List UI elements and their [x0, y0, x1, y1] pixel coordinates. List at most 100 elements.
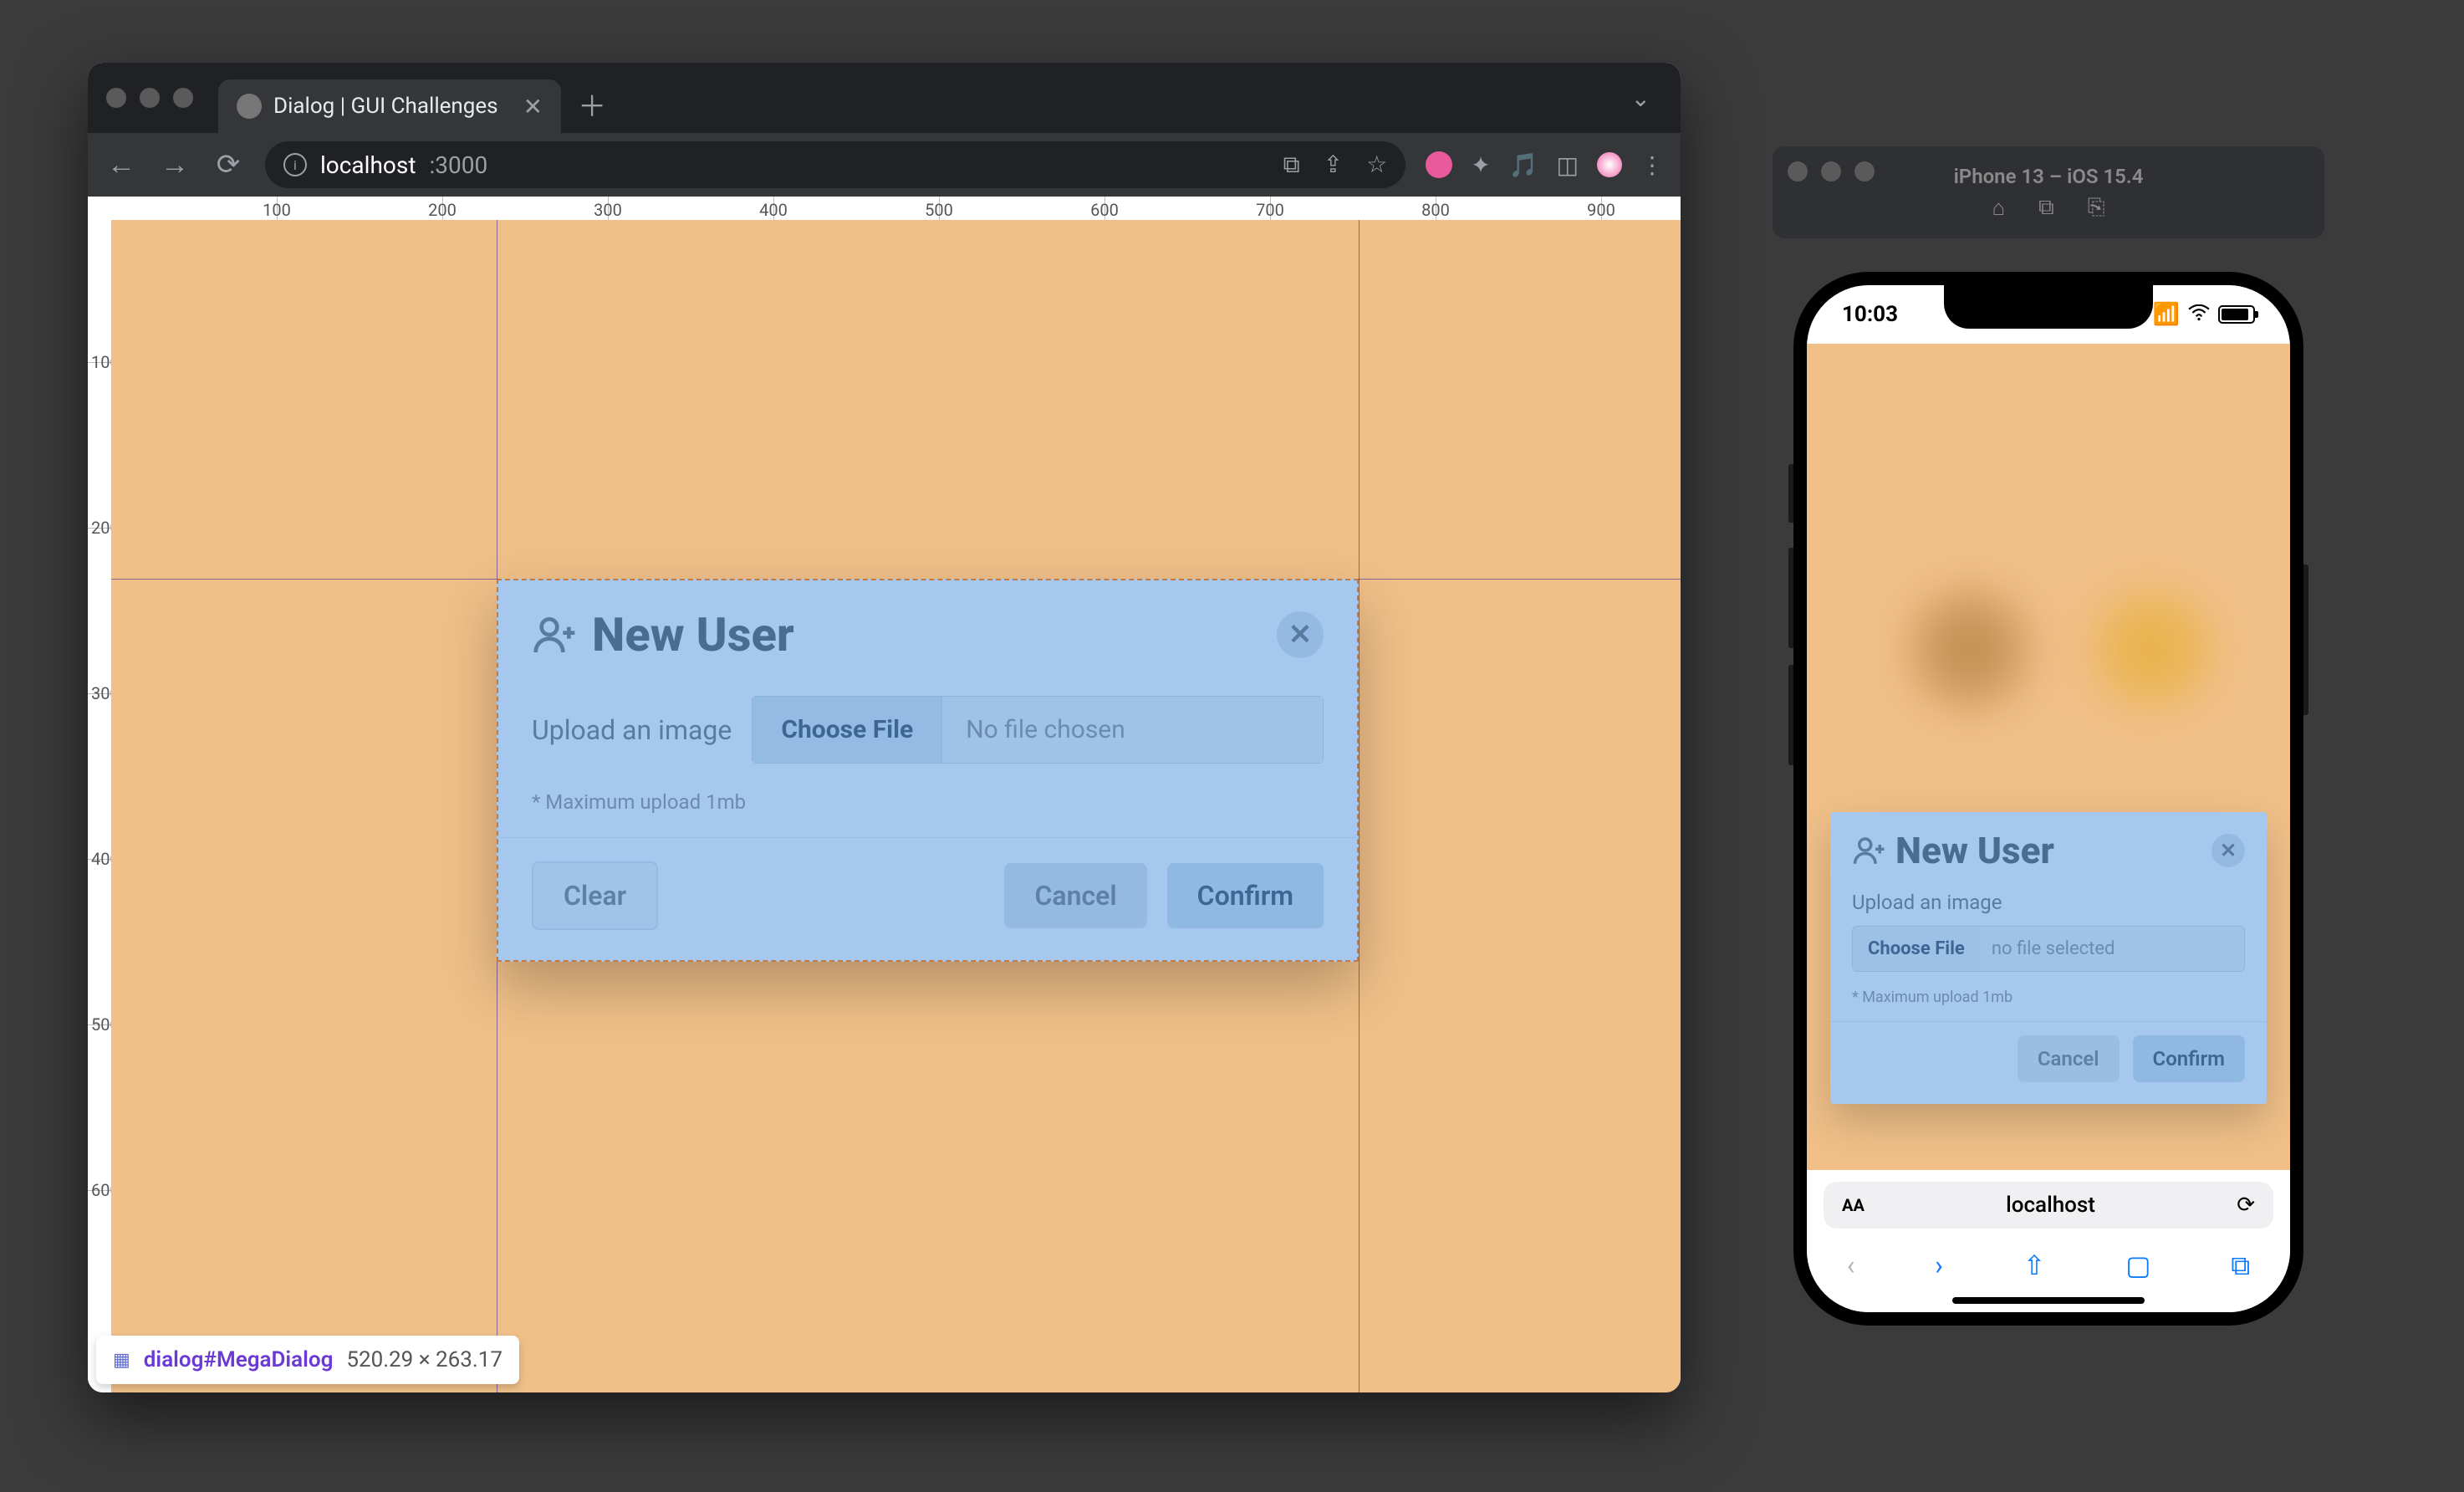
grid-icon: ▦ — [113, 1350, 130, 1371]
mobile-dialog-title: New User — [1895, 829, 2054, 872]
profile-avatar[interactable] — [1597, 152, 1622, 177]
traffic-close[interactable] — [106, 88, 126, 108]
ruler-vertical: 100 200 300 400 500 600 — [88, 197, 111, 1392]
tick-h-600: 600 — [1090, 200, 1119, 220]
mobile-confirm-button[interactable]: Confirm — [2133, 1035, 2246, 1082]
safari-webview[interactable]: New User ✕ Upload an image Choose File n… — [1807, 344, 2290, 1170]
menu-icon[interactable]: ⋮ — [1640, 151, 1664, 179]
page-canvas: New User ✕ Upload an image Choose File N… — [111, 220, 1681, 1392]
sim-copy-icon[interactable]: ⎘ — [2088, 195, 2105, 221]
upload-hint: * Maximum upload 1mb — [498, 772, 1357, 837]
open-external-icon[interactable]: ⧉ — [1283, 151, 1300, 179]
choose-file-button[interactable]: Choose File — [752, 696, 942, 764]
text-size-icon[interactable]: AA — [1842, 1195, 1865, 1215]
inspector-selector: dialog#MegaDialog — [144, 1347, 334, 1372]
ruler-corner — [88, 197, 111, 220]
ruler-horizontal: 100 200 300 400 500 600 700 800 900 — [111, 197, 1681, 220]
tabs-overflow-icon[interactable]: ⌄ — [1631, 84, 1650, 112]
mobile-cancel-button[interactable]: Cancel — [2018, 1035, 2120, 1082]
user-plus-icon — [1852, 833, 1887, 868]
sim-traffic-min[interactable] — [1821, 161, 1841, 181]
new-tab-button[interactable]: ＋ — [578, 84, 606, 125]
tick-h-100: 100 — [263, 200, 291, 220]
safari-back-icon[interactable]: ‹ — [1847, 1249, 1855, 1281]
safari-url: localhost — [1865, 1193, 2237, 1218]
background-blob-1 — [1916, 595, 2024, 703]
mobile-upload-label: Upload an image — [1852, 891, 2245, 914]
chrome-titlebar: Dialog | GUI Challenges ✕ ＋ ⌄ — [88, 63, 1681, 133]
safari-bookmarks-icon[interactable]: ▢ — [2125, 1249, 2150, 1281]
address-bar[interactable]: i localhost:3000 ⧉ ⇪ ☆ — [265, 141, 1405, 188]
inspector-dimensions: 520.29 × 263.17 — [346, 1347, 502, 1372]
back-button[interactable]: ← — [105, 148, 138, 181]
power-button[interactable] — [2303, 565, 2308, 715]
chrome-toolbar: ← → ⟳ i localhost:3000 ⧉ ⇪ ☆ ✦ 🎵 ◫ ⋮ — [88, 133, 1681, 197]
iphone-frame: 10:03 📶 New User — [1793, 272, 2303, 1326]
signal-icon: 📶 — [2153, 302, 2180, 327]
sim-traffic-max[interactable] — [1854, 161, 1875, 181]
file-placeholder: No file chosen — [942, 696, 1324, 764]
mobile-hint: * Maximum upload 1mb — [1830, 975, 2267, 1021]
confirm-button[interactable]: Confirm — [1167, 863, 1324, 928]
ios-simulator-window: iPhone 13 – iOS 15.4 ⌂ ⧉ ⎘ 10:03 📶 — [1773, 146, 2324, 1326]
tick-h-400: 400 — [759, 200, 788, 220]
tick-h-500: 500 — [925, 200, 953, 220]
volume-down[interactable] — [1788, 665, 1793, 765]
background-blob-2 — [2098, 595, 2206, 703]
battery-icon — [2218, 305, 2255, 324]
dialog-close-button[interactable]: ✕ — [1277, 611, 1324, 658]
traffic-max[interactable] — [173, 88, 193, 108]
upload-label: Upload an image — [532, 714, 732, 746]
simulator-title: iPhone 13 – iOS 15.4 — [1954, 165, 2144, 188]
simulator-titlebar: iPhone 13 – iOS 15.4 ⌂ ⧉ ⎘ — [1773, 146, 2324, 238]
extensions-icon[interactable]: ✦ — [1471, 151, 1490, 179]
mobile-close-button[interactable]: ✕ — [2211, 834, 2245, 867]
bookmark-icon[interactable]: ☆ — [1366, 151, 1387, 179]
tick-h-800: 800 — [1421, 200, 1450, 220]
file-input[interactable]: Choose File No file chosen — [752, 696, 1324, 764]
inspector-badge: ▦ dialog#MegaDialog 520.29 × 263.17 — [96, 1336, 519, 1384]
traffic-lights[interactable] — [106, 88, 193, 108]
tick-h-200: 200 — [428, 200, 457, 220]
sim-home-icon[interactable]: ⌂ — [1992, 195, 2005, 221]
mobile-choose-button[interactable]: Choose File — [1853, 927, 1980, 971]
reload-button[interactable]: ⟳ — [212, 148, 245, 181]
cancel-button[interactable]: Cancel — [1004, 863, 1146, 928]
mega-dialog: New User ✕ Upload an image Choose File N… — [497, 579, 1359, 962]
favicon — [237, 94, 262, 119]
mobile-file-input[interactable]: Choose File no file selected — [1852, 926, 2245, 972]
devtools-viewport: 100 200 300 400 500 600 100 200 300 400 … — [88, 197, 1681, 1392]
mute-switch[interactable] — [1788, 464, 1793, 523]
safari-url-bar[interactable]: AA localhost ⟳ — [1824, 1182, 2273, 1229]
safari-reload-icon[interactable]: ⟳ — [2237, 1193, 2255, 1218]
dialog-header: New User ✕ — [498, 580, 1357, 682]
dialog-body: Upload an image Choose File No file chos… — [498, 682, 1357, 772]
tick-h-300: 300 — [594, 200, 622, 220]
volume-up[interactable] — [1788, 548, 1793, 648]
site-info-icon[interactable]: i — [283, 153, 307, 176]
phone-screen: 10:03 📶 New User — [1807, 285, 2290, 1312]
safari-forward-icon[interactable]: › — [1935, 1249, 1943, 1281]
safari-share-icon[interactable]: ⇧ — [2023, 1249, 2046, 1281]
guide-vertical-2[interactable] — [1359, 220, 1360, 1392]
mobile-file-placeholder: no file selected — [1980, 927, 2244, 971]
share-icon[interactable]: ⇪ — [1324, 151, 1343, 179]
sim-screenshot-icon[interactable]: ⧉ — [2038, 195, 2054, 221]
status-time: 10:03 — [1842, 302, 1898, 327]
chrome-window: Dialog | GUI Challenges ✕ ＋ ⌄ ← → ⟳ i lo… — [88, 63, 1681, 1392]
media-icon[interactable]: 🎵 — [1509, 151, 1538, 179]
home-indicator[interactable] — [1952, 1297, 2145, 1304]
tab-close-icon[interactable]: ✕ — [523, 93, 543, 120]
dialog-title: New User — [592, 607, 794, 662]
sim-traffic-close[interactable] — [1788, 161, 1808, 181]
url-port: :3000 — [429, 151, 487, 179]
extension-1-icon[interactable] — [1426, 151, 1452, 178]
browser-tab[interactable]: Dialog | GUI Challenges ✕ — [218, 79, 561, 133]
forward-button[interactable]: → — [158, 148, 191, 181]
clear-button[interactable]: Clear — [532, 861, 658, 930]
tab-title: Dialog | GUI Challenges — [273, 94, 498, 119]
panel-icon[interactable]: ◫ — [1557, 151, 1579, 179]
safari-tabs-icon[interactable]: ⧉ — [2231, 1249, 2250, 1282]
sim-traffic-lights[interactable] — [1788, 161, 1875, 181]
traffic-min[interactable] — [140, 88, 160, 108]
